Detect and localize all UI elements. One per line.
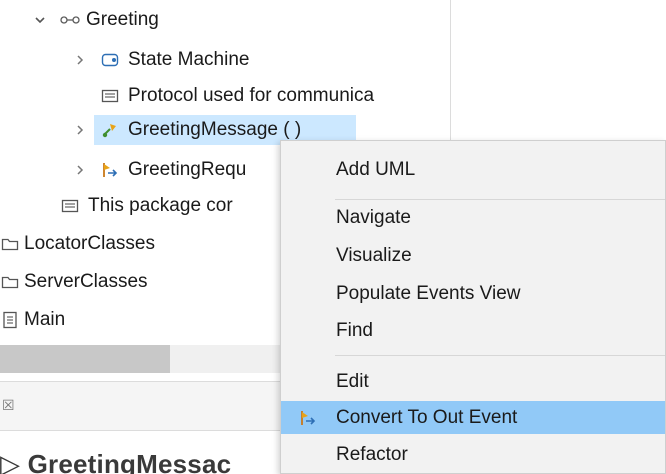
chevron-down-icon[interactable] [32,5,48,35]
editor-title: ▷ GreetingMessac [0,449,232,474]
tree-item-label: This package cor [88,195,233,216]
folder-icon [0,267,20,297]
menu-item-refactor[interactable]: Refactor [281,438,665,471]
menu-item-visualize[interactable]: Visualize [281,239,665,272]
tree-item-state-machine[interactable]: State Machine [0,45,450,75]
tree-item-label: Main [24,309,66,330]
folder-icon [0,229,20,259]
menu-item-find[interactable]: Find [281,314,665,347]
chevron-right-icon[interactable] [72,45,88,75]
menu-item-convert-to-out-event[interactable]: Convert To Out Event [281,401,665,434]
protocol-icon [60,5,80,35]
context-menu: Add UML Navigate Visualize Populate Even… [280,140,666,474]
menu-item-label: Populate Events View [336,283,521,304]
message-icon [100,115,120,145]
menu-item-edit[interactable]: Edit [281,365,665,398]
tree-item-label: GreetingRequ [128,159,247,180]
tree-item-label: ServerClasses [24,271,148,292]
tree-item-greeting[interactable]: Greeting [0,5,450,35]
tree-item-label: GreetingMessage ( ) [128,119,302,140]
close-icon[interactable]: ☒ [2,393,22,417]
comment-icon [60,191,80,221]
in-event-icon [100,155,120,185]
tree-item-protocol-comment[interactable]: Protocol used for communica [0,81,450,111]
horizontal-scrollbar-thumb[interactable] [0,345,170,373]
menu-separator [335,355,665,356]
document-icon [0,305,20,335]
chevron-right-icon[interactable] [72,115,88,145]
tree-item-label: State Machine [128,49,250,70]
tree-item-label: LocatorClasses [24,233,155,254]
chevron-right-icon[interactable] [72,155,88,185]
tree-item-label: Greeting [86,9,159,30]
menu-item-label: Convert To Out Event [336,407,518,428]
out-event-icon [297,401,319,434]
menu-item-label: Refactor [336,444,408,465]
menu-separator [335,199,665,200]
tree-item-label: Protocol used for communica [128,85,375,106]
menu-item-label: Find [336,320,373,341]
menu-item-populate-events-view[interactable]: Populate Events View [281,277,665,310]
menu-item-navigate[interactable]: Navigate [281,201,665,234]
menu-item-add-uml[interactable]: Add UML [281,153,665,186]
menu-item-label: Navigate [336,207,411,228]
menu-item-label: Add UML [336,159,416,180]
menu-item-label: Edit [336,371,369,392]
comment-icon [100,81,120,111]
menu-item-label: Visualize [336,245,412,266]
state-machine-icon [100,45,120,75]
